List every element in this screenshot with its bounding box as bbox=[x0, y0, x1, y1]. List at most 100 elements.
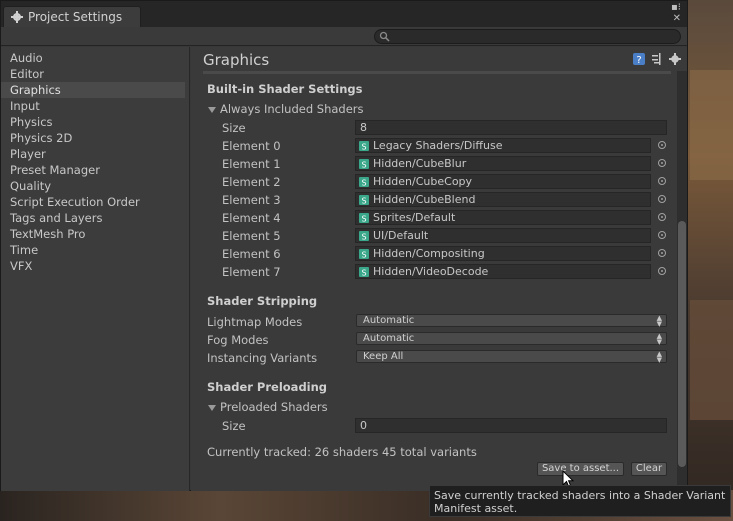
shader-name: Hidden/VideoDecode bbox=[373, 265, 489, 278]
preloaded-shaders-label: Preloaded Shaders bbox=[220, 400, 328, 414]
shader-name: UI/Default bbox=[373, 229, 429, 242]
builtin-shader-settings-heading: Built-in Shader Settings bbox=[207, 82, 363, 96]
shader-object-field[interactable]: S Sprites/Default bbox=[355, 210, 651, 225]
shader-stripping-heading: Shader Stripping bbox=[207, 294, 318, 308]
shader-icon: S bbox=[359, 195, 369, 205]
dropdown-arrows-icon: ▲ ▼ bbox=[656, 332, 662, 346]
window-title: Project Settings bbox=[28, 10, 123, 24]
size-label: Size bbox=[222, 121, 246, 135]
dropdown-arrows-icon: ▲ ▼ bbox=[656, 314, 662, 328]
sidebar-item-tags-and-layers[interactable]: Tags and Layers bbox=[1, 210, 189, 226]
sidebar-item-graphics[interactable]: Graphics bbox=[1, 82, 185, 98]
object-picker-icon[interactable] bbox=[658, 213, 666, 221]
settings-sidebar: Audio Editor Graphics Input Physics Phys… bbox=[1, 47, 190, 491]
shader-icon: S bbox=[359, 231, 369, 241]
size-field[interactable]: 8 bbox=[355, 120, 667, 135]
element-label: Element 3 bbox=[222, 193, 281, 207]
sidebar-item-editor[interactable]: Editor bbox=[1, 66, 189, 82]
save-to-asset-button[interactable]: Save to asset... bbox=[537, 462, 624, 476]
shader-icon: S bbox=[359, 213, 369, 223]
preloaded-shaders-foldout[interactable]: Preloaded Shaders bbox=[208, 400, 328, 414]
shader-object-field[interactable]: S UI/Default bbox=[355, 228, 651, 243]
preset-icon[interactable] bbox=[651, 53, 663, 65]
tooltip: Save currently tracked shaders into a Sh… bbox=[429, 485, 731, 517]
help-icon[interactable]: ? bbox=[633, 53, 645, 65]
shader-name: Sprites/Default bbox=[373, 211, 456, 224]
gear-icon[interactable] bbox=[669, 53, 681, 65]
shader-icon: S bbox=[359, 177, 369, 187]
shader-name: Hidden/CubeBlend bbox=[373, 193, 476, 206]
lightmap-modes-value: Automatic bbox=[363, 315, 415, 326]
foldout-arrow-icon bbox=[208, 404, 216, 411]
window-menu-icon[interactable]: ▪⁝ bbox=[671, 3, 681, 13]
scrollbar-thumb[interactable] bbox=[678, 221, 686, 467]
element-label: Element 7 bbox=[222, 265, 281, 279]
fog-modes-dropdown[interactable]: Automatic ▲ ▼ bbox=[356, 332, 667, 346]
shader-object-field[interactable]: S Hidden/CubeBlur bbox=[355, 156, 651, 171]
search-input[interactable] bbox=[374, 29, 681, 44]
shader-icon: S bbox=[359, 159, 369, 169]
element-label: Element 5 bbox=[222, 229, 281, 243]
shader-name: Legacy Shaders/Diffuse bbox=[373, 139, 503, 152]
object-picker-icon[interactable] bbox=[658, 141, 666, 149]
window-tab[interactable]: Project Settings bbox=[3, 6, 141, 27]
element-label: Element 0 bbox=[222, 139, 281, 153]
element-label: Element 2 bbox=[222, 175, 281, 189]
object-picker-icon[interactable] bbox=[658, 249, 666, 257]
shader-object-field[interactable]: S Hidden/Compositing bbox=[355, 246, 651, 261]
foldout-arrow-icon bbox=[208, 106, 216, 113]
object-picker-icon[interactable] bbox=[658, 159, 666, 167]
dropdown-arrows-icon: ▲ ▼ bbox=[656, 350, 662, 364]
object-picker-icon[interactable] bbox=[658, 267, 666, 275]
svg-text:S: S bbox=[361, 197, 366, 206]
title-bar: Project Settings ▪⁝ ✕ bbox=[1, 1, 687, 27]
sidebar-item-script-execution-order[interactable]: Script Execution Order bbox=[1, 194, 189, 210]
object-picker-icon[interactable] bbox=[658, 195, 666, 203]
element-label: Element 4 bbox=[222, 211, 281, 225]
shader-preloading-heading: Shader Preloading bbox=[207, 380, 328, 394]
toolbar bbox=[1, 27, 687, 46]
close-icon[interactable]: ✕ bbox=[673, 14, 681, 24]
page-title: Graphics bbox=[203, 51, 270, 69]
always-included-label: Always Included Shaders bbox=[220, 102, 364, 116]
element-label: Element 6 bbox=[222, 247, 281, 261]
lightmap-modes-label: Lightmap Modes bbox=[207, 315, 303, 329]
header-divider bbox=[203, 71, 671, 74]
vertical-scrollbar[interactable] bbox=[677, 71, 687, 491]
shader-icon: S bbox=[359, 141, 369, 151]
sidebar-item-vfx[interactable]: VFX bbox=[1, 258, 189, 274]
sidebar-item-quality[interactable]: Quality bbox=[1, 178, 189, 194]
object-picker-icon[interactable] bbox=[658, 231, 666, 239]
sidebar-item-time[interactable]: Time bbox=[1, 242, 189, 258]
shader-object-field[interactable]: S Hidden/CubeCopy bbox=[355, 174, 651, 189]
fog-modes-value: Automatic bbox=[363, 333, 415, 344]
shader-name: Hidden/CubeCopy bbox=[373, 175, 473, 188]
sidebar-item-physics[interactable]: Physics bbox=[1, 114, 189, 130]
sidebar-item-audio[interactable]: Audio bbox=[1, 50, 189, 66]
sidebar-item-input[interactable]: Input bbox=[1, 98, 189, 114]
clear-button[interactable]: Clear bbox=[631, 462, 667, 476]
tracked-shaders-text: Currently tracked: 26 shaders 45 total v… bbox=[207, 445, 477, 459]
sidebar-item-physics-2d[interactable]: Physics 2D bbox=[1, 130, 189, 146]
shader-object-field[interactable]: S Hidden/VideoDecode bbox=[355, 264, 651, 279]
object-picker-icon[interactable] bbox=[658, 177, 666, 185]
instancing-variants-label: Instancing Variants bbox=[207, 351, 318, 365]
svg-text:?: ? bbox=[636, 55, 641, 65]
lightmap-modes-dropdown[interactable]: Automatic ▲ ▼ bbox=[356, 314, 667, 328]
shader-object-field[interactable]: S Hidden/CubeBlend bbox=[355, 192, 651, 207]
svg-text:S: S bbox=[361, 215, 366, 224]
svg-text:S: S bbox=[361, 269, 366, 278]
always-included-foldout[interactable]: Always Included Shaders bbox=[208, 102, 364, 116]
sidebar-item-player[interactable]: Player bbox=[1, 146, 189, 162]
instancing-variants-dropdown[interactable]: Keep All ▲ ▼ bbox=[356, 350, 667, 364]
sidebar-item-preset-manager[interactable]: Preset Manager bbox=[1, 162, 189, 178]
element-label: Element 1 bbox=[222, 157, 281, 171]
shader-name: Hidden/Compositing bbox=[373, 247, 485, 260]
preloaded-size-field[interactable]: 0 bbox=[355, 418, 667, 433]
svg-text:S: S bbox=[361, 143, 366, 152]
shader-object-field[interactable]: S Legacy Shaders/Diffuse bbox=[355, 138, 651, 153]
sidebar-item-textmesh-pro[interactable]: TextMesh Pro bbox=[1, 226, 189, 242]
svg-text:S: S bbox=[361, 251, 366, 260]
search-icon bbox=[379, 31, 390, 42]
gear-icon bbox=[11, 11, 23, 23]
